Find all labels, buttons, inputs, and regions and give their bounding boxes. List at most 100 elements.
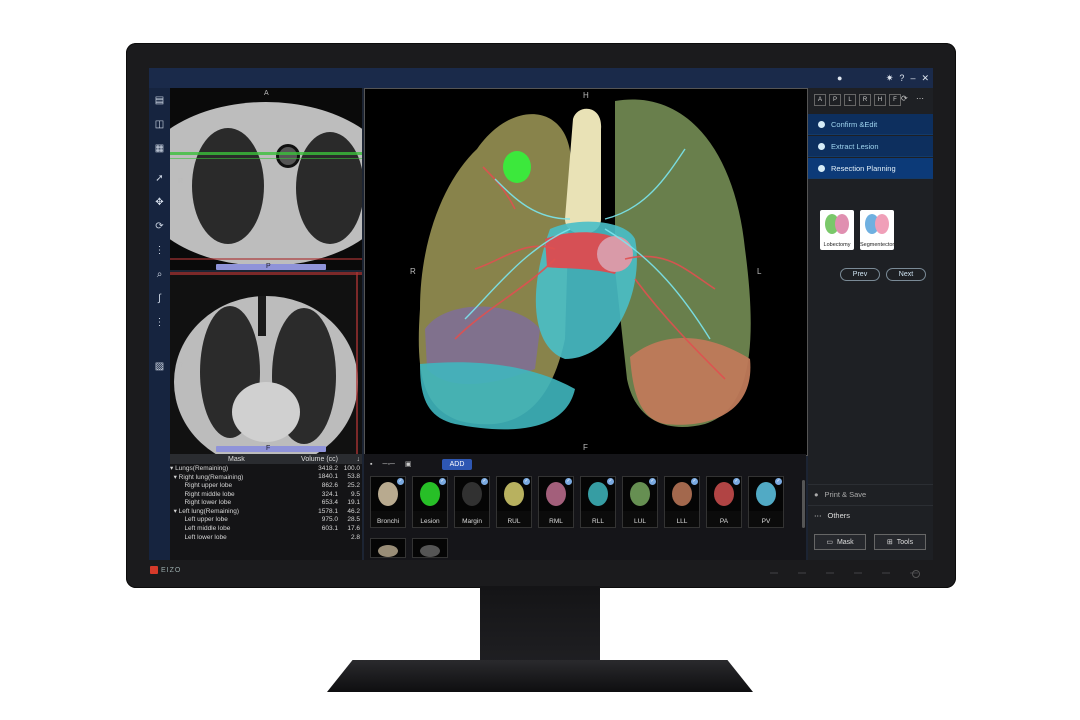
layout-icon[interactable]: ▪ [370,461,372,468]
pointer-icon[interactable]: ➚ [149,166,170,190]
lobectomy-option[interactable]: Lobectomy [820,210,854,250]
ct-axial-view[interactable]: A R P [170,88,362,270]
thumbnail-label: RML [549,518,563,525]
clipboard-icon[interactable]: ▦ [149,136,170,160]
mask-thumbnail[interactable] [370,538,406,558]
ct-coronal-view[interactable]: R F [170,272,362,454]
table-row[interactable]: Right upper lobe 862.6 25.2 [170,481,362,490]
thumbnail-label: PA [719,518,729,525]
column-header-mask[interactable]: Mask [170,456,286,463]
mask-thumbnail-rul[interactable]: ✓ RUL [496,476,532,528]
monitor-stand-base [327,660,753,692]
mask-name: ▾ Left lung(Remaining) [170,508,240,516]
mask-button[interactable]: ▭ Mask [814,534,866,550]
slice-indicator-bar[interactable] [216,264,326,270]
user-icon[interactable]: ● [837,73,842,83]
step-extract-lesion[interactable]: Extract Lesion [808,136,933,157]
mask-percent: 53.8 [347,473,360,481]
3d-lung-render-view[interactable]: H R L F [364,88,808,456]
next-button[interactable]: Next [886,268,926,281]
mask-thumbnail-rll[interactable]: ✓ RLL [580,476,616,528]
segmentectomy-option[interactable]: Segmentectomy [860,210,900,250]
zoom-icon[interactable]: ⌕ [149,262,170,286]
orientation-button-f[interactable]: F [889,94,901,106]
mask-thumbnail-panel: ▪ ─◦─ ▣ ADD ✓ Bronchi ✓ Lesion ✓ Margin ✓ RUL ✓ R… [364,454,806,560]
ct-coronal-image [170,272,362,454]
mask-thumbnail-lul[interactable]: ✓ LUL [622,476,658,528]
table-row[interactable]: Right lower lobe 653.4 19.1 [170,498,362,507]
study-search-icon[interactable]: ▤ [149,88,170,112]
table-row[interactable]: ▾ Lungs(Remaining) 3418.2 100.0 [170,464,362,473]
mask-name: Left middle lobe [170,524,231,532]
others-item[interactable]: ⋯ Others [808,505,933,525]
orientation-button-h[interactable]: H [874,94,886,106]
more-icon[interactable]: ⋮ [149,310,170,334]
orientation-button-r[interactable]: R [859,94,871,106]
thumbnail-label: Bronchi [376,518,400,525]
check-icon: ✓ [691,478,698,485]
mask-thumbnail-pv[interactable]: ✓ PV [748,476,784,528]
table-row[interactable]: Left upper lobe 975.0 28.5 [170,516,362,525]
ct-axial-image [170,88,362,270]
prev-button[interactable]: Prev [840,268,880,281]
more-icon[interactable]: ⋯ [916,94,924,103]
settings-icon[interactable]: ▨ [149,354,170,378]
scrollbar[interactable] [802,480,805,528]
image-icon[interactable]: ▣ [405,460,412,468]
rotate-icon[interactable]: ⟳ [149,214,170,238]
mask-name: Right middle lobe [170,490,235,498]
move-icon[interactable]: ✥ [149,190,170,214]
table-row[interactable]: Right middle lobe 324.1 9.5 [170,490,362,499]
orientation-label-bottom: P [266,263,271,270]
step-resection-planning[interactable]: Resection Planning [808,158,933,179]
eizo-logo-icon [150,566,158,574]
orientation-button-a[interactable]: A [814,94,826,106]
mask-name: Left lower lobe [170,533,227,541]
orientation-label-left: R [410,267,416,276]
table-row[interactable]: ▾ Right lung(Remaining) 1840.1 53.8 [170,473,362,482]
help-icon[interactable]: ? [899,73,904,84]
mask-thumbnail-margin[interactable]: ✓ Margin [454,476,490,528]
minimize-icon[interactable]: – [910,73,915,84]
more-icon: ⋯ [814,511,822,520]
slice-indicator-bar[interactable] [216,446,326,452]
curve-icon[interactable]: ∫ [149,286,170,310]
print-save-item[interactable]: ● Print & Save [808,484,933,504]
monitor-stand-neck [480,586,600,662]
mask-thumbnail[interactable] [412,538,448,558]
close-icon[interactable]: ✕ [921,73,929,84]
orientation-button-p[interactable]: P [829,94,841,106]
column-header-sort[interactable]: ↓ [338,456,361,463]
gear-icon[interactable]: ✷ [886,73,894,84]
mask-volume: 862.6 [321,481,338,489]
step-confirm-edit[interactable]: Confirm &Edit [808,114,933,135]
cube-icon[interactable]: ◫ [149,112,170,136]
mask-percent: 25.2 [347,481,360,489]
tools-button[interactable]: ⊞ Tools [874,534,926,550]
mask-thumbnail-pa[interactable]: ✓ PA [706,476,742,528]
lung-icon [825,214,849,234]
mask-percent: 9.5 [350,490,360,498]
brand-logo: EIZO [150,566,181,574]
mask-thumbnail-lll[interactable]: ✓ LLL [664,476,700,528]
mask-thumbnail-lesion[interactable]: ✓ Lesion [412,476,448,528]
thumbnail-label: Margin [462,518,482,525]
mask-percent: 17.6 [347,524,360,532]
table-row[interactable]: ▾ Left lung(Remaining) 1578.1 46.2 [170,507,362,516]
mask-thumbnail-bronchi[interactable]: ✓ Bronchi [370,476,406,528]
mask-name: Left upper lobe [170,516,228,524]
refresh-icon[interactable]: ⟳ [901,94,908,103]
add-button[interactable]: ADD [442,459,472,470]
check-icon: ✓ [649,478,656,485]
table-row[interactable]: Left lower lobe 2.8 [170,533,362,542]
mask-name: Right lower lobe [170,499,232,507]
orientation-label-bottom: F [266,445,271,452]
slider-icon[interactable]: ─◦─ [382,461,394,468]
mask-volume: 1840.1 [318,473,338,481]
more-icon[interactable]: ⋮ [149,238,170,262]
table-row[interactable]: Left middle lobe 603.1 17.6 [170,524,362,533]
column-header-volume[interactable]: Volume (cc) [286,456,338,463]
orientation-button-l[interactable]: L [844,94,856,106]
bezel-buttons [770,572,918,574]
mask-thumbnail-rml[interactable]: ✓ RML [538,476,574,528]
